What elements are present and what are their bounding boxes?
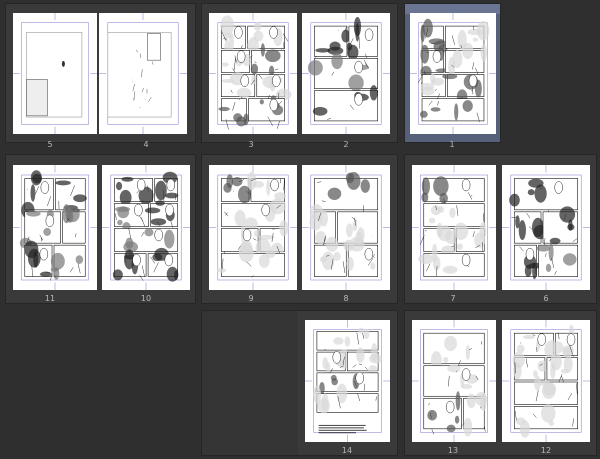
- page-number-label: 11: [44, 294, 56, 303]
- page-1-art: [410, 13, 496, 134]
- page-number-label: 2: [343, 140, 349, 149]
- page-number-label: 4: [143, 140, 149, 149]
- page-number-label: 3: [248, 140, 254, 149]
- page-thumbnail-11[interactable]: [13, 165, 97, 290]
- page-thumbnail-5[interactable]: [13, 13, 97, 134]
- page-thumbnail-12[interactable]: [502, 320, 590, 442]
- page-thumbnail-3[interactable]: [209, 13, 297, 134]
- page-9-art: [209, 165, 297, 290]
- page-thumbnail-1[interactable]: [410, 13, 496, 134]
- page-3-art: [209, 13, 297, 134]
- page-11-art: [13, 165, 97, 290]
- page-5-art: [13, 13, 97, 134]
- page-number-label: 13: [447, 446, 459, 455]
- page-thumbnail-7[interactable]: [412, 165, 496, 290]
- page-number-label: 8: [343, 294, 349, 303]
- page-thumbnail-6[interactable]: [502, 165, 590, 290]
- page-thumbnail-13[interactable]: [412, 320, 496, 442]
- page-number-label: 1: [449, 140, 455, 149]
- page-4-art: [99, 13, 187, 134]
- page-thumbnail-8[interactable]: [302, 165, 390, 290]
- page-thumbnail-4[interactable]: [99, 13, 187, 134]
- page-number-label: 9: [248, 294, 254, 303]
- page-number-label: 14: [341, 446, 353, 455]
- page-thumbnail-10[interactable]: [102, 165, 190, 290]
- page-14-art: [305, 320, 390, 442]
- page-7-art: [412, 165, 496, 290]
- page-number-label: 10: [140, 294, 152, 303]
- page-number-label: 6: [543, 294, 549, 303]
- page-13-art: [412, 320, 496, 442]
- page-number-label: 7: [450, 294, 456, 303]
- page-number-label: 5: [47, 140, 53, 149]
- page-thumbnail-9[interactable]: [209, 165, 297, 290]
- page-thumbnail-14[interactable]: [305, 320, 390, 442]
- page-number-label: 12: [540, 446, 552, 455]
- page-thumbnail-2[interactable]: [302, 13, 390, 134]
- page-6-art: [502, 165, 590, 290]
- page-8-art: [302, 165, 390, 290]
- blank-page-slot: [202, 311, 298, 455]
- page-12-art: [502, 320, 590, 442]
- page-10-art: [102, 165, 190, 290]
- page-2-art: [302, 13, 390, 134]
